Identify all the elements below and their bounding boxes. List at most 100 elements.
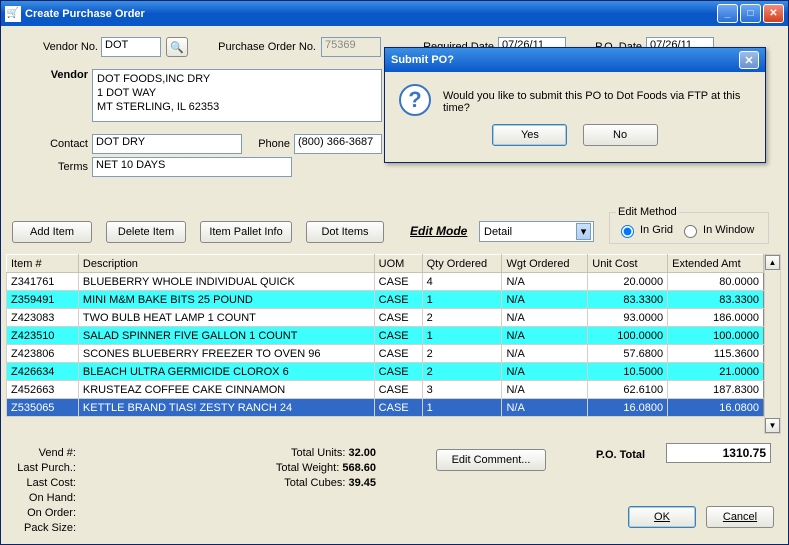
grid-cell[interactable]: Z423083 <box>7 309 79 327</box>
grid-cell[interactable]: 100.0000 <box>588 327 668 345</box>
grid-column-header[interactable]: Description <box>78 255 374 273</box>
dialog-yes-button[interactable]: Yes <box>492 124 567 146</box>
grid-cell[interactable]: CASE <box>374 345 422 363</box>
table-row[interactable]: Z426634BLEACH ULTRA GERMICIDE CLOROX 6CA… <box>7 363 764 381</box>
grid-cell[interactable]: Z341761 <box>7 273 79 291</box>
grid-cell[interactable]: Z452663 <box>7 381 79 399</box>
grid-cell[interactable]: CASE <box>374 381 422 399</box>
grid-cell[interactable]: CASE <box>374 363 422 381</box>
phone-input[interactable]: (800) 366-3687 <box>294 134 382 154</box>
item-pallet-info-button[interactable]: Item Pallet Info <box>200 221 292 243</box>
grid-cell[interactable]: N/A <box>502 327 588 345</box>
vendor-lookup-button[interactable]: 🔍 <box>166 37 188 57</box>
grid-cell[interactable]: KETTLE BRAND TIAS! ZESTY RANCH 24 <box>78 399 374 417</box>
grid-cell[interactable]: N/A <box>502 273 588 291</box>
grid-cell[interactable]: N/A <box>502 399 588 417</box>
close-button[interactable]: ✕ <box>763 4 784 23</box>
grid-cell[interactable]: KRUSTEAZ COFFEE CAKE CINNAMON <box>78 381 374 399</box>
grid-cell[interactable]: 3 <box>422 381 502 399</box>
grid-cell[interactable]: CASE <box>374 273 422 291</box>
grid-cell[interactable]: 20.0000 <box>588 273 668 291</box>
table-row[interactable]: Z341761BLUEBERRY WHOLE INDIVIDUAL QUICKC… <box>7 273 764 291</box>
grid-cell[interactable]: 80.0000 <box>668 273 764 291</box>
table-row[interactable]: Z423510SALAD SPINNER FIVE GALLON 1 COUNT… <box>7 327 764 345</box>
grid-cell[interactable]: N/A <box>502 345 588 363</box>
table-row[interactable]: Z423083TWO BULB HEAT LAMP 1 COUNTCASE2N/… <box>7 309 764 327</box>
grid-cell[interactable]: 2 <box>422 363 502 381</box>
delete-item-button[interactable]: Delete Item <box>106 221 186 243</box>
scroll-up-button[interactable]: ▲ <box>765 255 780 270</box>
grid-cell[interactable]: 1 <box>422 291 502 309</box>
grid-cell[interactable]: Z359491 <box>7 291 79 309</box>
edit-method-in-grid[interactable]: In Grid <box>616 222 673 238</box>
grid-cell[interactable]: CASE <box>374 309 422 327</box>
grid-cell[interactable]: 16.0800 <box>588 399 668 417</box>
cancel-button[interactable]: Cancel <box>706 506 774 528</box>
table-row[interactable]: Z452663KRUSTEAZ COFFEE CAKE CINNAMONCASE… <box>7 381 764 399</box>
table-row[interactable]: Z423806SCONES BLUEBERRY FREEZER TO OVEN … <box>7 345 764 363</box>
dot-items-button[interactable]: Dot Items <box>306 221 384 243</box>
dialog-no-button[interactable]: No <box>583 124 658 146</box>
grid-cell[interactable]: SCONES BLUEBERRY FREEZER TO OVEN 96 <box>78 345 374 363</box>
grid-cell[interactable]: CASE <box>374 291 422 309</box>
grid-cell[interactable]: BLUEBERRY WHOLE INDIVIDUAL QUICK <box>78 273 374 291</box>
grid-cell[interactable]: N/A <box>502 291 588 309</box>
grid-cell[interactable]: 2 <box>422 345 502 363</box>
grid-cell[interactable]: 83.3300 <box>668 291 764 309</box>
grid-cell[interactable]: N/A <box>502 363 588 381</box>
grid-cell[interactable]: 1 <box>422 399 502 417</box>
grid-cell[interactable]: N/A <box>502 309 588 327</box>
grid-cell[interactable]: 16.0800 <box>668 399 764 417</box>
grid-scrollbar[interactable]: ▲ ▼ <box>764 254 781 434</box>
grid-cell[interactable]: 115.3600 <box>668 345 764 363</box>
contact-input[interactable]: DOT DRY <box>92 134 242 154</box>
maximize-button[interactable]: □ <box>740 4 761 23</box>
grid-cell[interactable]: 21.0000 <box>668 363 764 381</box>
grid-column-header[interactable]: Qty Ordered <box>422 255 502 273</box>
grid-cell[interactable]: 83.3300 <box>588 291 668 309</box>
last-cost-label: Last Cost: <box>26 477 76 489</box>
grid-cell[interactable]: N/A <box>502 381 588 399</box>
grid-column-header[interactable]: Wgt Ordered <box>502 255 588 273</box>
grid-cell[interactable]: 187.8300 <box>668 381 764 399</box>
grid-cell[interactable]: 10.5000 <box>588 363 668 381</box>
minimize-button[interactable]: _ <box>717 4 738 23</box>
edit-mode-select[interactable]: Detail ▾ <box>479 221 594 242</box>
grid-cell[interactable]: Z423806 <box>7 345 79 363</box>
grid-cell[interactable]: SALAD SPINNER FIVE GALLON 1 COUNT <box>78 327 374 345</box>
titlebar[interactable]: 🛒 Create Purchase Order _ □ ✕ <box>1 1 788 26</box>
grid-cell[interactable]: 186.0000 <box>668 309 764 327</box>
edit-comment-button[interactable]: Edit Comment... <box>436 449 546 471</box>
grid-cell[interactable]: 2 <box>422 309 502 327</box>
grid-cell[interactable]: TWO BULB HEAT LAMP 1 COUNT <box>78 309 374 327</box>
terms-input[interactable]: NET 10 DAYS <box>92 157 292 177</box>
grid-column-header[interactable]: Item # <box>7 255 79 273</box>
grid-cell[interactable]: 62.6100 <box>588 381 668 399</box>
grid-cell[interactable]: MINI M&M BAKE BITS 25 POUND <box>78 291 374 309</box>
grid-cell[interactable]: 100.0000 <box>668 327 764 345</box>
grid-column-header[interactable]: Extended Amt <box>668 255 764 273</box>
grid-column-header[interactable]: Unit Cost <box>588 255 668 273</box>
radio-in-window[interactable] <box>684 225 697 238</box>
grid-cell[interactable]: 4 <box>422 273 502 291</box>
grid-cell[interactable]: CASE <box>374 399 422 417</box>
grid-cell[interactable]: 1 <box>422 327 502 345</box>
grid-cell[interactable]: 93.0000 <box>588 309 668 327</box>
items-grid[interactable]: Item #DescriptionUOMQty OrderedWgt Order… <box>6 254 764 417</box>
grid-cell[interactable]: Z426634 <box>7 363 79 381</box>
edit-method-in-window[interactable]: In Window <box>679 222 754 238</box>
grid-cell[interactable]: BLEACH ULTRA GERMICIDE CLOROX 6 <box>78 363 374 381</box>
table-row[interactable]: Z359491MINI M&M BAKE BITS 25 POUNDCASE1N… <box>7 291 764 309</box>
ok-button[interactable]: OK <box>628 506 696 528</box>
grid-column-header[interactable]: UOM <box>374 255 422 273</box>
scroll-down-button[interactable]: ▼ <box>765 418 780 433</box>
dialog-close-button[interactable]: ✕ <box>739 51 759 69</box>
radio-in-grid[interactable] <box>621 225 634 238</box>
grid-cell[interactable]: Z535065 <box>7 399 79 417</box>
grid-cell[interactable]: 57.6800 <box>588 345 668 363</box>
vendor-no-input[interactable]: DOT <box>101 37 161 57</box>
grid-cell[interactable]: CASE <box>374 327 422 345</box>
add-item-button[interactable]: Add Item <box>12 221 92 243</box>
table-row[interactable]: Z535065KETTLE BRAND TIAS! ZESTY RANCH 24… <box>7 399 764 417</box>
grid-cell[interactable]: Z423510 <box>7 327 79 345</box>
